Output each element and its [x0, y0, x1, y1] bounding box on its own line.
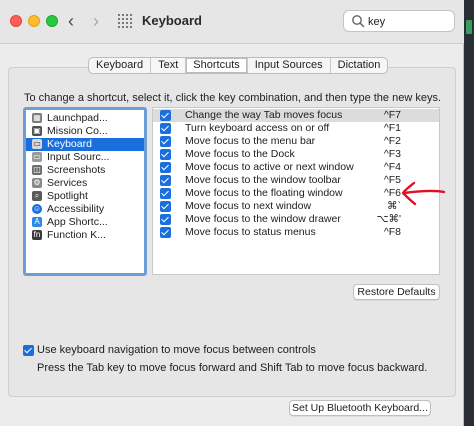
tab-dictation[interactable]: Dictation: [331, 58, 388, 73]
search-icon: [352, 15, 365, 28]
search-field[interactable]: [343, 10, 455, 32]
close-window-button[interactable]: [10, 15, 22, 27]
title-bar: ‹ › Keyboard: [0, 0, 464, 44]
search-input[interactable]: [368, 14, 448, 29]
back-chevron-icon[interactable]: ‹: [62, 11, 80, 31]
category-item-mission-control[interactable]: ▣ Mission Co...: [26, 125, 144, 138]
keyboard-navigation-hint: Press the Tab key to move focus forward …: [37, 362, 428, 374]
shortcut-checkbox[interactable]: [160, 123, 171, 134]
category-item-spotlight[interactable]: ⌕ Spotlight: [26, 190, 144, 203]
preference-tabs: Keyboard Text Shortcuts Input Sources Di…: [88, 57, 389, 74]
keyboard-icon: ▭: [32, 139, 42, 149]
category-item-keyboard[interactable]: ▭ Keyboard: [26, 138, 144, 151]
category-list[interactable]: ▦ Launchpad... ▣ Mission Co... ▭ Keyboar…: [23, 107, 147, 276]
category-item-accessibility[interactable]: ☺ Accessibility: [26, 203, 144, 216]
shortcut-list[interactable]: Change the way Tab moves focus ^F7 Turn …: [152, 107, 440, 275]
zoom-window-button[interactable]: [46, 15, 58, 27]
category-item-launchpad[interactable]: ▦ Launchpad...: [26, 112, 144, 125]
category-item-app-shortcuts[interactable]: A App Shortc...: [26, 216, 144, 229]
shortcut-checkbox[interactable]: [160, 110, 171, 121]
category-item-input-sources[interactable]: ▭ Input Sourc...: [26, 151, 144, 164]
shortcut-row[interactable]: Change the way Tab moves focus ^F7: [153, 109, 439, 122]
shortcut-checkbox[interactable]: [160, 149, 171, 160]
shortcut-row[interactable]: Move focus to the window drawer ⌥⌘': [153, 213, 439, 226]
launchpad-icon: ▦: [32, 113, 42, 123]
mission-control-icon: ▣: [32, 126, 42, 136]
show-all-grid-icon[interactable]: [118, 14, 132, 28]
services-gear-icon: ⚙: [32, 178, 42, 188]
minimize-window-button[interactable]: [28, 15, 40, 27]
input-sources-icon: ▭: [32, 152, 42, 162]
shortcut-row[interactable]: Move focus to the menu bar ^F2: [153, 135, 439, 148]
shortcut-row[interactable]: Turn keyboard access on or off ^F1: [153, 122, 439, 135]
set-up-bluetooth-keyboard-button[interactable]: Set Up Bluetooth Keyboard...: [289, 400, 431, 416]
function-keys-icon: fn: [32, 230, 42, 240]
shortcut-checkbox[interactable]: [160, 188, 171, 199]
shortcut-row[interactable]: Move focus to next window ⌘`: [153, 200, 439, 213]
shortcut-checkbox[interactable]: [160, 162, 171, 173]
shortcut-row[interactable]: Move focus to active or next window ^F4: [153, 161, 439, 174]
window-title: Keyboard: [142, 13, 202, 28]
shortcut-row[interactable]: Move focus to the floating window ^F6: [153, 187, 439, 200]
forward-chevron-icon[interactable]: ›: [87, 11, 105, 31]
keyboard-navigation-checkbox[interactable]: [23, 345, 34, 356]
category-item-function-keys[interactable]: fn Function K...: [26, 229, 144, 242]
screenshots-icon: ◫: [32, 165, 42, 175]
shortcut-checkbox[interactable]: [160, 227, 171, 238]
shortcut-checkbox[interactable]: [160, 201, 171, 212]
instruction-text: To change a shortcut, select it, click t…: [24, 92, 442, 104]
accessibility-icon: ☺: [32, 204, 42, 214]
spotlight-icon: ⌕: [32, 191, 42, 201]
shortcut-row[interactable]: Move focus to the window toolbar ^F5: [153, 174, 439, 187]
shortcut-checkbox[interactable]: [160, 214, 171, 225]
restore-defaults-button[interactable]: Restore Defaults: [353, 284, 440, 300]
keyboard-navigation-label: Use keyboard navigation to move focus be…: [37, 344, 316, 356]
annotation-arrow-icon: [401, 181, 446, 206]
tab-text[interactable]: Text: [151, 58, 187, 73]
shortcut-checkbox[interactable]: [160, 175, 171, 186]
category-item-screenshots[interactable]: ◫ Screenshots: [26, 164, 144, 177]
category-item-services[interactable]: ⚙ Services: [26, 177, 144, 190]
background-status-indicator: [466, 20, 472, 34]
tab-input-sources[interactable]: Input Sources: [248, 58, 331, 73]
system-preferences-window: ‹ › Keyboard Keyboard Text Shortcuts Inp…: [0, 0, 464, 426]
shortcut-row[interactable]: Move focus to status menus ^F8: [153, 226, 439, 239]
app-shortcuts-icon: A: [32, 217, 42, 227]
background-window-edge: [464, 0, 474, 426]
tab-shortcuts[interactable]: Shortcuts: [186, 58, 248, 73]
shortcut-checkbox[interactable]: [160, 136, 171, 147]
shortcut-row[interactable]: Move focus to the Dock ^F3: [153, 148, 439, 161]
tab-keyboard[interactable]: Keyboard: [89, 58, 152, 73]
